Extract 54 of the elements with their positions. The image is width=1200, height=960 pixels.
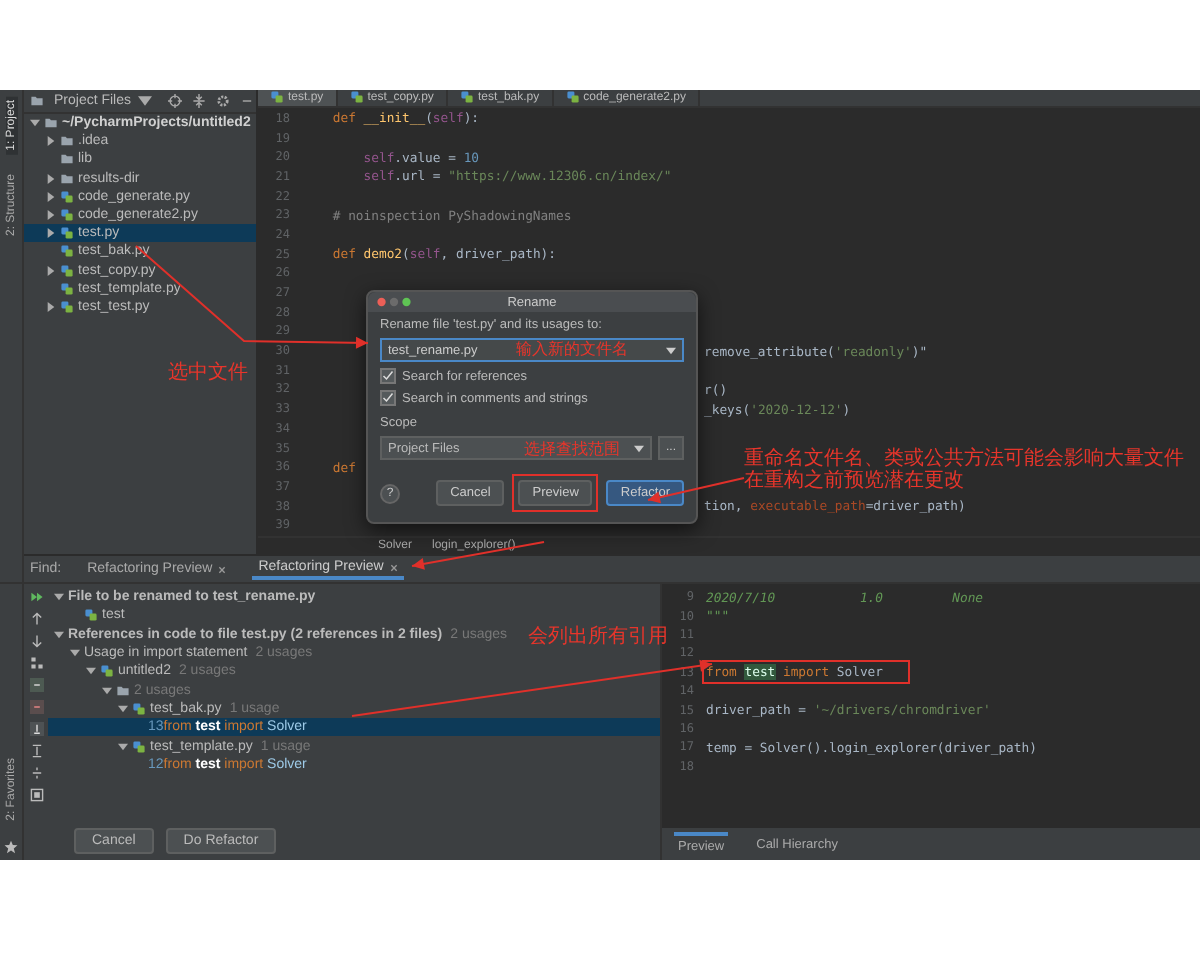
star-icon xyxy=(4,840,18,854)
crosshair-icon[interactable] xyxy=(167,94,182,108)
annotation-text: 输入新的文件名 xyxy=(516,338,628,360)
group-icon[interactable] xyxy=(29,656,43,670)
expand-arrow-icon[interactable] xyxy=(46,191,56,202)
expand-arrow-icon[interactable] xyxy=(46,210,56,221)
checkbox[interactable] xyxy=(380,368,396,384)
expand-arrow-icon[interactable] xyxy=(86,666,96,677)
annotation-text: 在重构之前预览潜在更改 xyxy=(744,470,966,492)
caret-icon[interactable] xyxy=(666,345,676,355)
annotation-text: 会列出所有引用 xyxy=(528,623,668,650)
expand-arrow-icon[interactable] xyxy=(46,136,56,147)
annotation-text: 重命名文件名、类或公共方法可能会影响大量文件 xyxy=(744,448,1184,470)
python-file-icon xyxy=(132,701,146,716)
expand-arrow-icon[interactable] xyxy=(46,228,56,239)
annotation-text: 选择查找范围 xyxy=(524,438,620,460)
folder-icon xyxy=(116,683,130,698)
annotation-arrow xyxy=(411,541,545,570)
toggle-icon[interactable] xyxy=(29,678,43,692)
expand-all-icon[interactable] xyxy=(29,744,43,758)
close-icon[interactable] xyxy=(218,565,227,573)
python-file-icon xyxy=(270,90,284,105)
python-file-icon xyxy=(100,664,114,679)
annotation-text: 选中文件 xyxy=(168,359,248,386)
filter-icon[interactable] xyxy=(29,722,43,736)
expand-arrow-icon[interactable] xyxy=(30,118,40,129)
close-icon[interactable] xyxy=(389,563,398,571)
caret-icon[interactable] xyxy=(137,94,152,108)
expand-arrow-icon[interactable] xyxy=(54,592,64,603)
python-file-icon xyxy=(565,90,580,105)
expand-arrow-icon[interactable] xyxy=(118,741,128,752)
expand-arrow-icon[interactable] xyxy=(102,685,112,696)
up-arrow-icon[interactable] xyxy=(29,612,43,626)
python-file-icon xyxy=(84,608,98,623)
python-file-icon xyxy=(349,90,364,105)
toggle-icon[interactable] xyxy=(29,700,43,714)
collapse-all-icon[interactable] xyxy=(29,766,43,780)
expand-arrow-icon[interactable] xyxy=(70,648,80,659)
python-file-icon xyxy=(459,90,474,105)
minimize-icon[interactable] xyxy=(239,94,254,108)
expand-arrow-icon[interactable] xyxy=(46,265,56,276)
expand-arrow-icon[interactable] xyxy=(54,629,64,640)
expand-arrow-icon[interactable] xyxy=(118,703,128,714)
python-file-icon xyxy=(132,739,146,754)
down-arrow-icon[interactable] xyxy=(29,634,43,648)
preview-icon[interactable] xyxy=(29,788,43,802)
rerun-icon[interactable] xyxy=(29,590,43,604)
checkbox[interactable] xyxy=(380,390,396,406)
expand-arrow-icon[interactable] xyxy=(46,301,56,312)
collapse-icon[interactable] xyxy=(191,94,206,108)
settings-icon[interactable] xyxy=(215,94,230,108)
expand-arrow-icon[interactable] xyxy=(46,173,56,184)
window-controls-icon[interactable] xyxy=(376,296,412,308)
caret-icon[interactable] xyxy=(633,443,644,453)
